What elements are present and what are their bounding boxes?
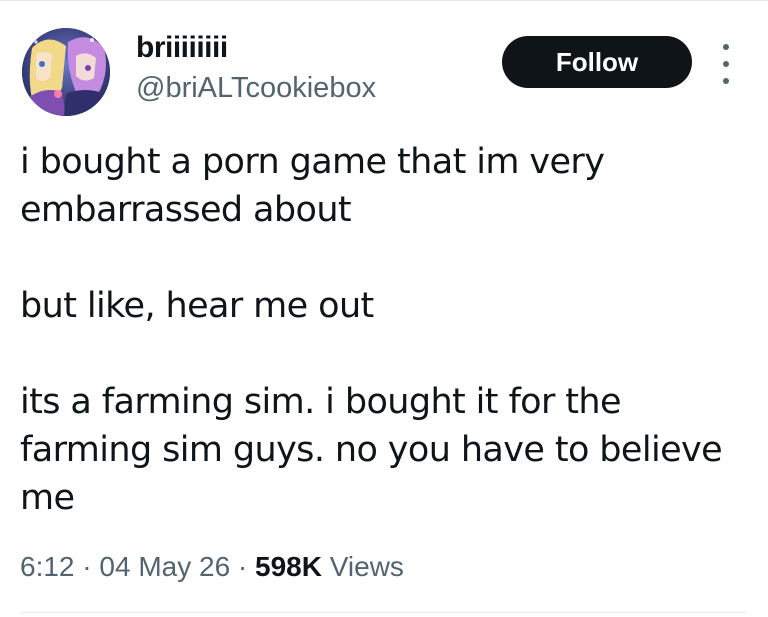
top-divider xyxy=(0,0,768,1)
author-names: briiiiiiii @briALTcookiebox xyxy=(136,30,376,106)
follow-button[interactable]: Follow xyxy=(502,36,692,88)
views-label: Views xyxy=(329,551,404,582)
dot xyxy=(723,44,729,50)
dot xyxy=(723,78,729,84)
tweet-date[interactable]: 04 May 26 xyxy=(99,551,230,582)
meta-separator: · xyxy=(82,551,92,582)
anime-avatar-icon xyxy=(22,28,110,116)
more-options-icon[interactable] xyxy=(714,44,738,84)
views-count[interactable]: 598K xyxy=(255,551,322,582)
user-handle[interactable]: @briALTcookiebox xyxy=(136,70,376,106)
tweet-meta: 6:12 · 04 May 26 · 598K Views xyxy=(20,549,404,585)
tweet-text: i bought a porn game that im very embarr… xyxy=(20,138,750,522)
display-name[interactable]: briiiiiiii xyxy=(136,30,376,66)
tweet-header: briiiiiiii @briALTcookiebox Follow xyxy=(22,28,742,118)
tweet-paragraph: but like, hear me out xyxy=(20,286,374,326)
avatar[interactable] xyxy=(22,28,110,116)
tweet-paragraph: its a farming sim. i bought it for the f… xyxy=(20,382,723,518)
dot xyxy=(723,61,729,67)
bottom-divider xyxy=(20,612,746,613)
tweet-paragraph: i bought a porn game that im very embarr… xyxy=(20,142,605,230)
tweet-time[interactable]: 6:12 xyxy=(20,551,75,582)
meta-separator: · xyxy=(237,551,248,582)
